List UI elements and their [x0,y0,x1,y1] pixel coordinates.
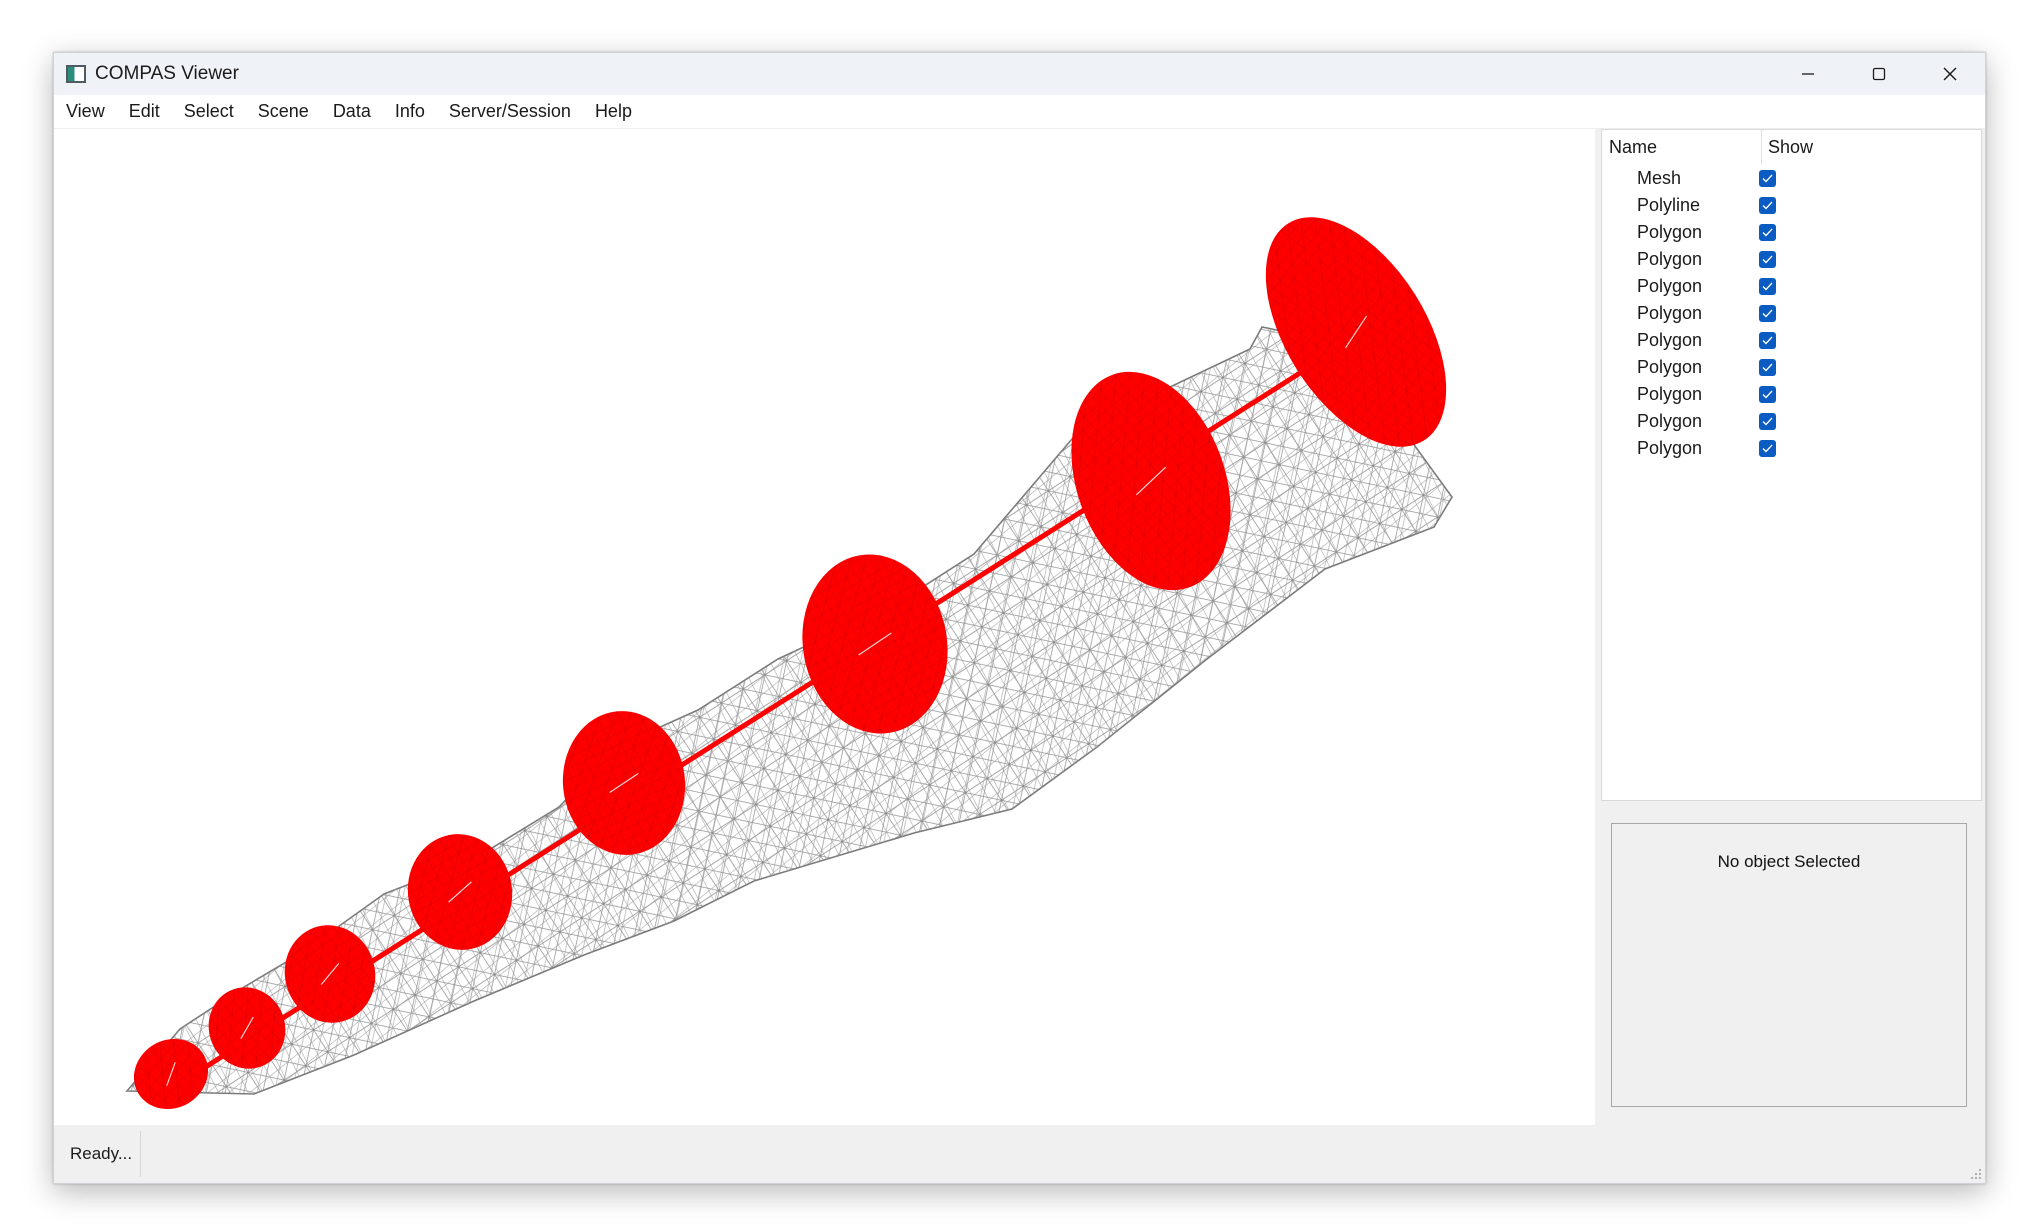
tree-row[interactable]: Polygon [1602,327,1981,354]
3d-viewport[interactable] [54,129,1594,1125]
scene-object-tree[interactable]: Name Show Mesh Polyline Polygon Polygon Poly… [1601,129,1982,801]
show-checkbox[interactable] [1759,305,1776,322]
resize-grip-icon[interactable] [1970,1168,1982,1180]
selection-message: No object Selected [1717,852,1861,871]
menu-select[interactable]: Select [172,95,246,128]
show-checkbox[interactable] [1759,224,1776,241]
tree-header: Name Show [1602,130,1981,165]
window-controls [1772,53,1985,95]
status-bar: Ready... [54,1125,1985,1183]
properties-panel: No object Selected [1611,823,1967,1107]
checkmark-icon [1762,390,1773,399]
show-checkbox[interactable] [1759,332,1776,349]
close-button[interactable] [1914,53,1985,95]
close-icon [1943,67,1956,81]
checkmark-icon [1762,282,1773,291]
show-checkbox[interactable] [1759,170,1776,187]
status-separator [140,1131,141,1177]
window-title: COMPAS Viewer [95,63,239,84]
menu-info[interactable]: Info [383,95,437,128]
status-text: Ready... [70,1144,133,1163]
checkmark-icon [1762,363,1773,372]
object-name[interactable]: Polygon [1637,219,1702,246]
show-checkbox[interactable] [1759,278,1776,295]
maximize-button[interactable] [1843,53,1914,95]
tree-row[interactable]: Polygon [1602,219,1981,246]
checkmark-icon [1762,444,1773,453]
title-bar[interactable]: COMPAS Viewer [54,53,1985,95]
menu-bar: View Edit Select Scene Data Info Server/… [54,95,1985,129]
object-name[interactable]: Polyline [1637,192,1700,219]
tree-row[interactable]: Polygon [1602,354,1981,381]
scene-canvas[interactable] [54,129,1594,1125]
show-checkbox[interactable] [1759,386,1776,403]
app-window-icon [66,65,86,83]
object-name[interactable]: Polygon [1637,435,1702,462]
show-checkbox[interactable] [1759,413,1776,430]
show-checkbox[interactable] [1759,440,1776,457]
object-name[interactable]: Polygon [1637,408,1702,435]
compas-viewer-window: COMPAS Viewer View Edit Select Scene Dat… [53,52,1986,1184]
tree-row[interactable]: Polygon [1602,246,1981,273]
checkmark-icon [1762,309,1773,318]
show-checkbox[interactable] [1759,359,1776,376]
show-checkbox[interactable] [1759,251,1776,268]
menu-data[interactable]: Data [321,95,383,128]
checkmark-icon [1762,228,1773,237]
menu-view[interactable]: View [54,95,117,128]
object-name[interactable]: Polygon [1637,300,1702,327]
checkmark-icon [1762,201,1773,210]
column-name-header[interactable]: Name [1609,130,1749,164]
object-name[interactable]: Polygon [1637,246,1702,273]
menu-help[interactable]: Help [583,95,644,128]
object-name[interactable]: Mesh [1637,165,1681,192]
right-panel: Name Show Mesh Polyline Polygon Polygon Poly… [1595,129,1985,1125]
checkmark-icon [1762,174,1773,183]
tree-row[interactable]: Polygon [1602,300,1981,327]
menu-edit[interactable]: Edit [117,95,172,128]
tree-row[interactable]: Polygon [1602,381,1981,408]
maximize-icon [1872,67,1885,81]
object-name[interactable]: Polygon [1637,273,1702,300]
tree-row[interactable]: Polygon [1602,273,1981,300]
tree-row[interactable]: Mesh [1602,165,1981,192]
object-name[interactable]: Polygon [1637,354,1702,381]
object-name[interactable]: Polygon [1637,327,1702,354]
minimize-icon [1801,73,1814,75]
column-show-header[interactable]: Show [1761,130,1813,164]
minimize-button[interactable] [1772,53,1843,95]
show-checkbox[interactable] [1759,197,1776,214]
checkmark-icon [1762,336,1773,345]
checkmark-icon [1762,417,1773,426]
menu-scene[interactable]: Scene [246,95,321,128]
tree-row[interactable]: Polygon [1602,408,1981,435]
tree-row[interactable]: Polyline [1602,192,1981,219]
tree-rows: Mesh Polyline Polygon Polygon Polygon Polygon… [1602,165,1981,462]
menu-server-session[interactable]: Server/Session [437,95,583,128]
checkmark-icon [1762,255,1773,264]
tree-row[interactable]: Polygon [1602,435,1981,462]
object-name[interactable]: Polygon [1637,381,1702,408]
